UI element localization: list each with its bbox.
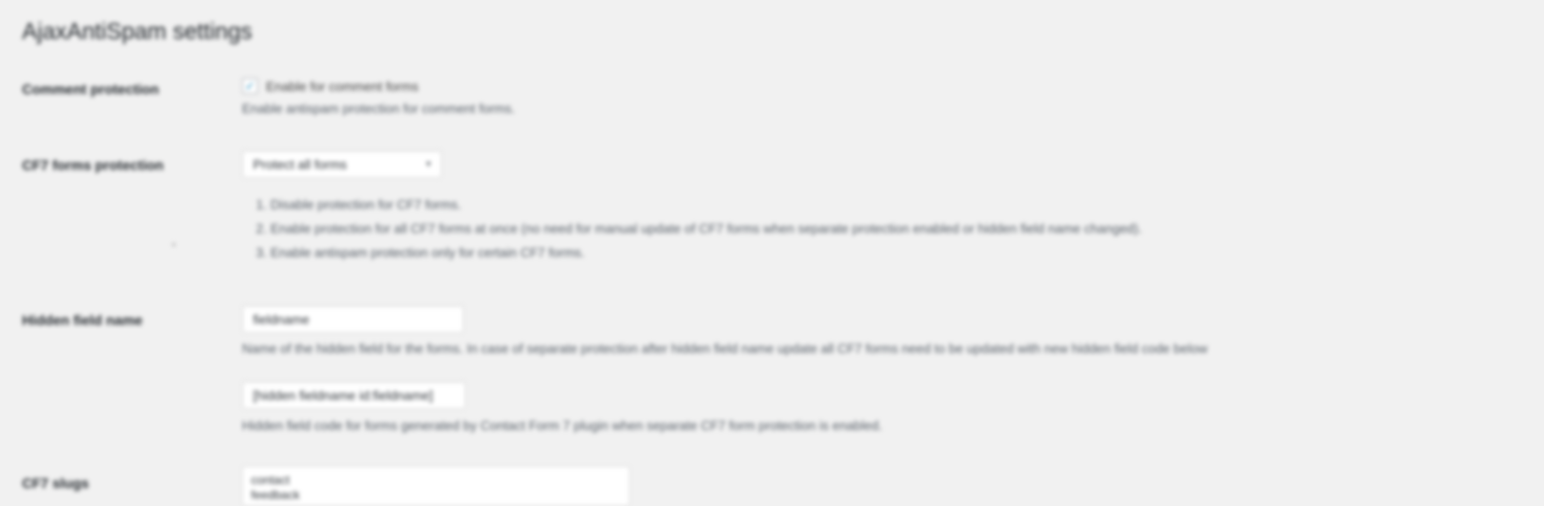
- comment-protection-checkbox[interactable]: ✓: [242, 78, 258, 94]
- comment-protection-checkbox-row[interactable]: ✓ Enable for comment forms: [242, 78, 418, 94]
- list-item: 1. Disable protection for CF7 forms.: [256, 197, 462, 212]
- page-title: AjaxAntiSpam settings: [22, 18, 253, 44]
- chevron-down-icon: ▾: [425, 158, 431, 170]
- cf7-slugs-label: CF7 slugs: [22, 475, 89, 491]
- comment-protection-description: Enable antispam protection for comment f…: [242, 101, 516, 116]
- cf7-slug-line: feedback: [251, 488, 300, 502]
- cf7-protection-help-list: 1. Disable protection for CF7 forms. 2. …: [256, 193, 1142, 265]
- settings-page: AjaxAntiSpam settings Comment protection…: [0, 0, 1544, 506]
- hidden-field-label: Hidden field name: [22, 312, 143, 328]
- cf7-protection-label: CF7 forms protection: [22, 157, 164, 173]
- comment-protection-checkbox-label: Enable for comment forms: [266, 78, 419, 94]
- hidden-field-input[interactable]: [242, 305, 464, 333]
- list-item: 3. Enable antispam protection only for c…: [256, 245, 585, 260]
- hidden-field-code-description: Hidden field code for forms generated by…: [242, 418, 883, 433]
- hidden-field-description: Name of the hidden field for the forms. …: [242, 341, 1208, 356]
- cf7-protection-select[interactable]: Protect all forms ▾: [242, 150, 442, 178]
- hidden-field-code-input[interactable]: [242, 381, 466, 409]
- decorative-dot: •: [172, 240, 176, 251]
- cf7-slug-line: contact: [251, 473, 290, 487]
- cf7-protection-select-value: Protect all forms: [253, 156, 347, 172]
- list-item: 2. Enable protection for all CF7 forms a…: [256, 221, 1142, 236]
- cf7-slugs-textarea[interactable]: contact feedback: [242, 466, 630, 506]
- comment-protection-label: Comment protection: [22, 81, 159, 97]
